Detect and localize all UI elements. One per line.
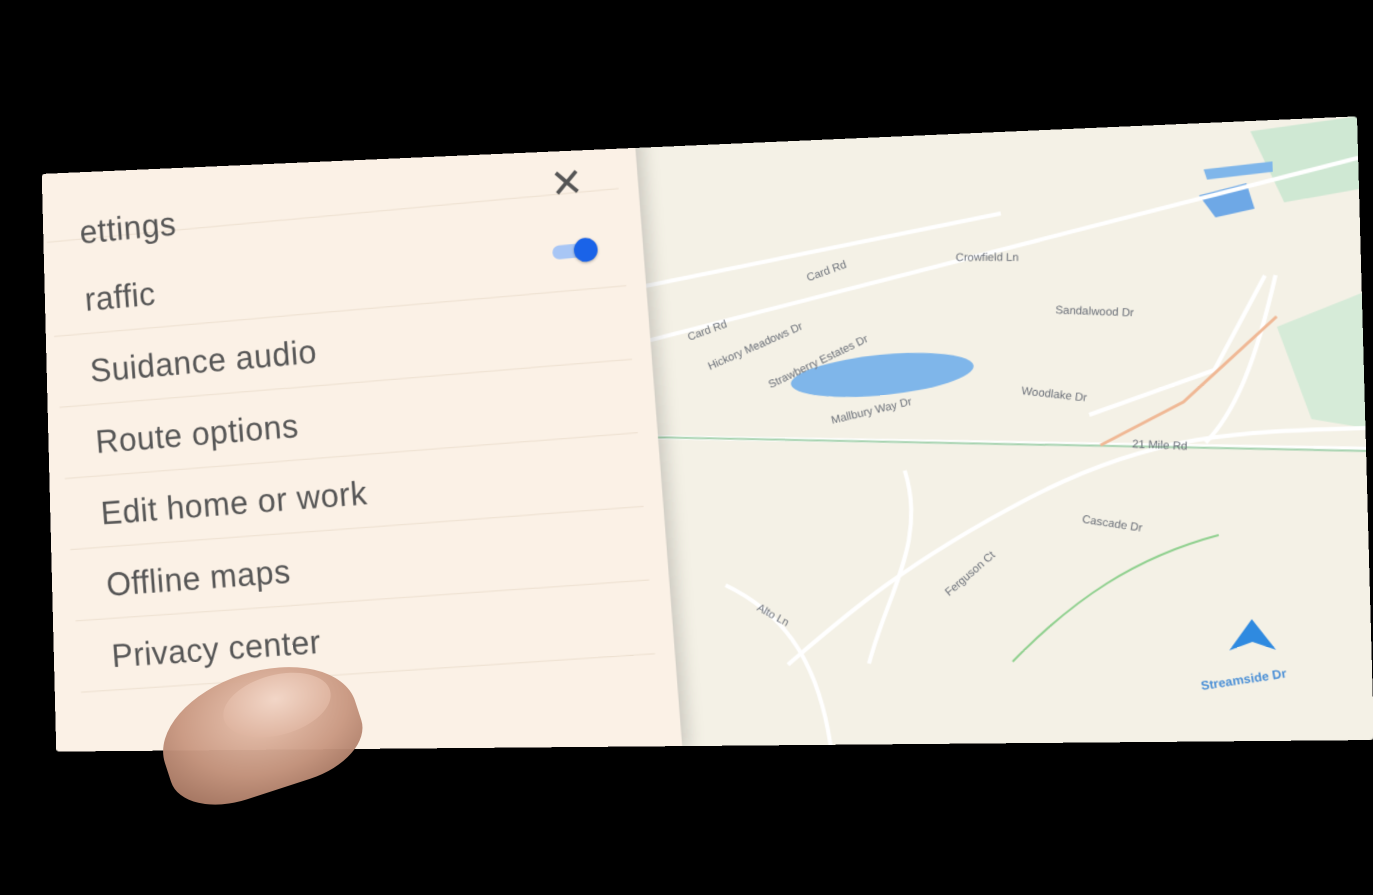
navigation-arrow-icon: [1228, 618, 1277, 651]
settings-item-label: Offline maps: [105, 553, 292, 604]
route-segment: [1009, 535, 1222, 662]
street-label: Alto Ln: [755, 602, 791, 629]
settings-item-label: Route options: [94, 407, 300, 461]
traffic-toggle[interactable]: [551, 236, 599, 263]
toggle-knob: [573, 236, 599, 263]
close-button[interactable]: ✕: [544, 160, 591, 208]
road-network: [616, 158, 1373, 747]
street-label: Ferguson Ct: [943, 549, 998, 599]
settings-item-label: Suidance audio: [88, 333, 319, 390]
street-label: Mallbury Way Dr: [830, 396, 913, 427]
street-label: Woodlake Dr: [1021, 385, 1088, 405]
street-label: 21 Mile Rd: [1132, 438, 1188, 453]
street-label: Crowfield Ln: [956, 251, 1019, 264]
lake: [788, 345, 976, 405]
street-label: Cascade Dr: [1081, 513, 1143, 535]
settings-title: ettings: [78, 205, 178, 252]
settings-item-label: raffic: [83, 275, 157, 319]
close-icon: ✕: [548, 160, 585, 208]
street-label: Card Rd: [686, 318, 729, 343]
street-label: Card Rd: [805, 259, 848, 285]
settings-panel: ettings ✕ raffic Suidance audio Route op…: [41, 116, 683, 752]
photo-frame: Card Rd Card Rd Hickory Meadows Dr Straw…: [0, 0, 1373, 895]
car-display-screen: Card Rd Card Rd Hickory Meadows Dr Straw…: [41, 116, 1373, 752]
road-highlight: [642, 418, 1366, 469]
park-area: [1276, 292, 1366, 431]
settings-item-label: Edit home or work: [99, 474, 369, 533]
street-label: Sandalwood Dr: [1055, 304, 1134, 319]
street-label-current: Streamside Dr: [1200, 667, 1288, 693]
pond: [1203, 161, 1273, 180]
